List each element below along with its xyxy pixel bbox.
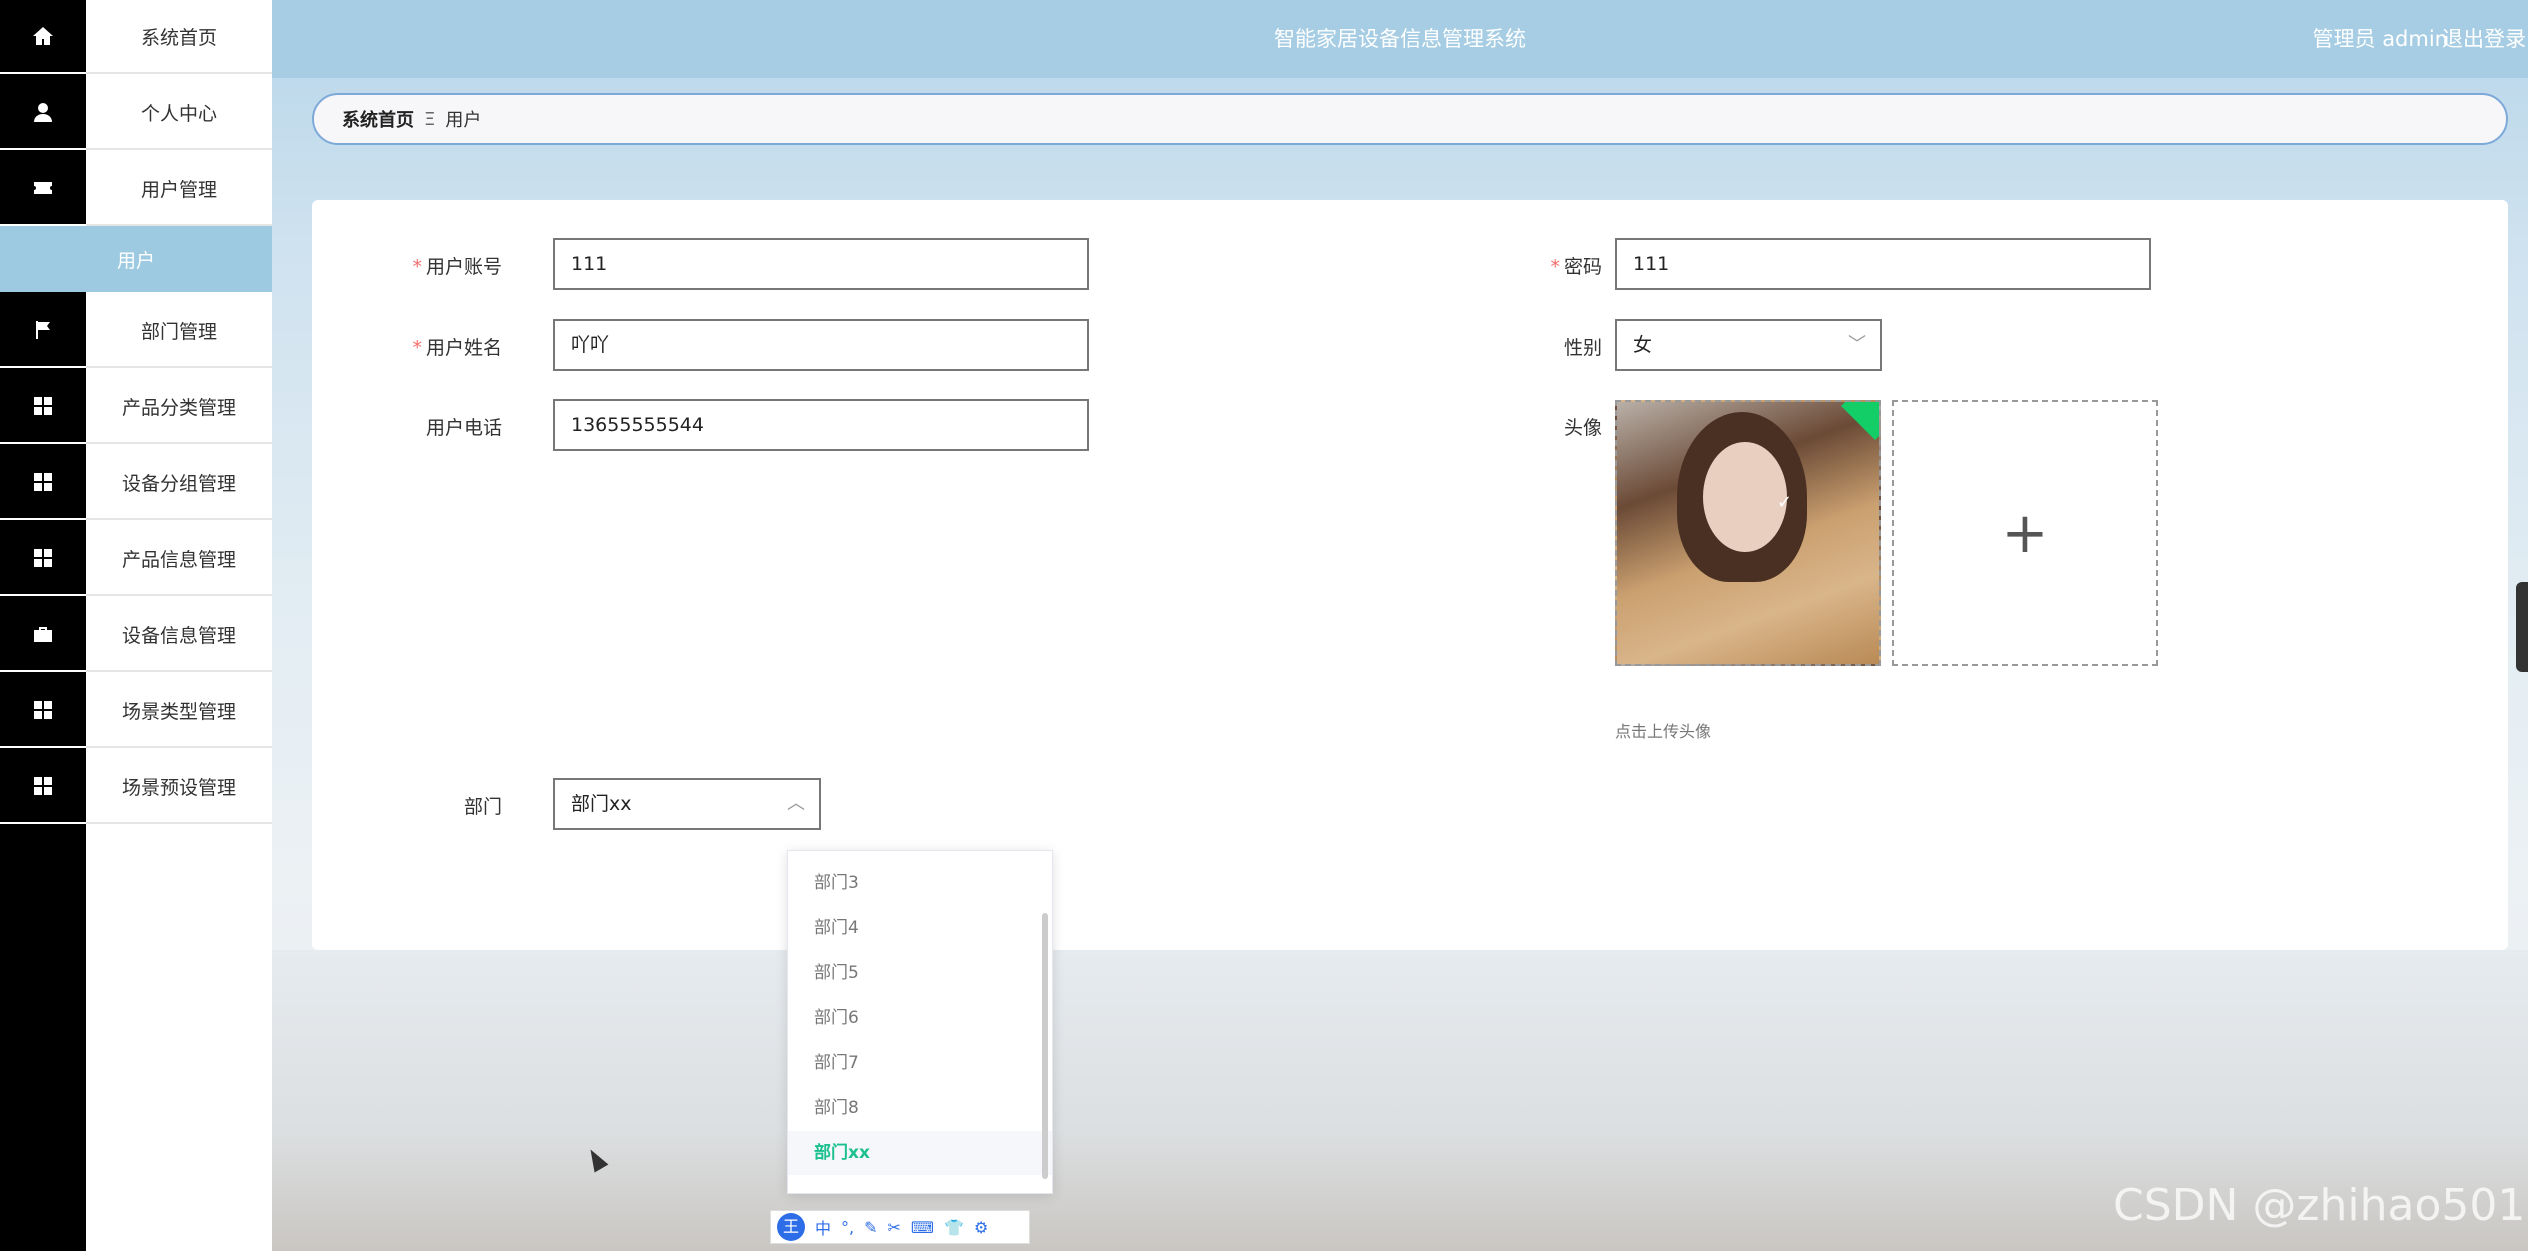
main-area: 智能家居设备信息管理系统 管理员 admin 退出登录 系统首页 Ξ 用户 * 用… [272, 0, 2528, 1251]
ime-scissors-icon[interactable]: ✂ [888, 1218, 901, 1237]
sidebar-item-product-info[interactable]: 产品信息管理 [86, 522, 272, 596]
uploaded-badge-icon [1841, 402, 1879, 440]
gender-label: 性别 [1563, 337, 1602, 359]
name-label-text: 用户姓名 [425, 337, 502, 359]
person-icon[interactable] [0, 76, 86, 150]
form-card: * 用户账号 111 * 用户姓名 吖吖 用户电话 13655555544 部门 部… [312, 200, 2508, 950]
ime-skin-icon[interactable]: 👕 [944, 1218, 964, 1237]
breadcrumb-current: 用户 [445, 110, 482, 131]
grid-icon[interactable] [0, 522, 86, 596]
phone-input[interactable]: 13655555544 [553, 399, 1089, 451]
sidebar-item-user-management[interactable]: 用户管理 [86, 152, 272, 226]
sidebar-item-device-group[interactable]: 设备分组管理 [86, 446, 272, 520]
grid-icon[interactable] [0, 750, 86, 824]
department-label: 部门 [463, 796, 502, 818]
department-select[interactable]: 部门xx ︿ [553, 778, 821, 830]
dropdown-option[interactable]: 部门5 [788, 951, 1052, 995]
grid-icon[interactable] [0, 446, 86, 520]
dropdown-option-selected[interactable]: 部门xx [788, 1131, 1052, 1175]
account-label-text: 用户账号 [425, 256, 502, 278]
flag-icon[interactable] [0, 294, 86, 368]
avatar-label: 头像 [1563, 417, 1602, 439]
required-mark: * [1550, 256, 1560, 278]
gender-select[interactable]: 女 ﹀ [1615, 319, 1882, 371]
dropdown-option[interactable]: 部门4 [788, 906, 1052, 950]
check-icon: ✓ [1777, 492, 1793, 513]
password-input[interactable]: 111 [1615, 238, 2151, 290]
page-scrollbar[interactable] [2516, 582, 2528, 672]
dropdown-option[interactable]: 部门8 [788, 1086, 1052, 1130]
sidebar-item-home[interactable]: 系统首页 [86, 0, 272, 74]
sidebar-item-device-info[interactable]: 设备信息管理 [86, 598, 272, 672]
grid-icon[interactable] [0, 674, 86, 748]
ime-keyboard-icon[interactable]: ⌨ [911, 1218, 934, 1237]
breadcrumb-separator-icon: Ξ [424, 108, 436, 130]
home-icon[interactable] [0, 0, 86, 74]
required-mark: * [412, 256, 422, 278]
avatar-upload-button[interactable]: + [1892, 400, 2158, 666]
briefcase-icon[interactable] [0, 598, 86, 672]
ime-mode[interactable]: 中 [815, 1215, 831, 1239]
app-title: 智能家居设备信息管理系统 [1274, 27, 1526, 51]
ime-punct-icon[interactable]: °, [841, 1218, 854, 1237]
sidebar-item-department[interactable]: 部门管理 [86, 294, 272, 368]
chevron-up-icon: ︿ [787, 793, 805, 814]
watermark: CSDN @zhihao501 [2113, 1180, 2526, 1231]
breadcrumb: 系统首页 Ξ 用户 [312, 93, 2508, 145]
breadcrumb-home[interactable]: 系统首页 [342, 106, 414, 132]
dropdown-option[interactable]: 部门6 [788, 996, 1052, 1040]
logout-link[interactable]: 退出登录 [2442, 0, 2526, 78]
ime-pen-icon[interactable]: ✎ [864, 1218, 877, 1237]
gender-select-value: 女 [1633, 334, 1653, 356]
required-mark: * [412, 337, 422, 359]
department-select-value: 部门xx [571, 793, 632, 815]
ime-toolbar: 王 中 °, ✎ ✂ ⌨ 👕 ⚙ [770, 1210, 1030, 1244]
top-header: 智能家居设备信息管理系统 管理员 admin 退出登录 [272, 0, 2528, 78]
avatar-image[interactable]: ✓ [1615, 400, 1881, 666]
name-input[interactable]: 吖吖 [553, 319, 1089, 371]
dropdown-scrollbar[interactable] [1042, 913, 1048, 1179]
sidebar-item-profile[interactable]: 个人中心 [86, 76, 272, 150]
ime-logo-icon[interactable]: 王 [777, 1213, 805, 1241]
password-label: * 密码 [1482, 252, 1602, 279]
dropdown-option[interactable]: 部门7 [788, 1041, 1052, 1085]
ticket-icon[interactable] [0, 152, 86, 226]
current-user: 管理员 admin [2312, 27, 2448, 51]
sidebar-item-scene-preset[interactable]: 场景预设管理 [86, 750, 272, 824]
password-label-text: 密码 [1563, 256, 1602, 278]
account-input[interactable]: 111 [553, 238, 1089, 290]
phone-label: 用户电话 [425, 417, 502, 439]
account-label: * 用户账号 [362, 252, 502, 279]
ime-gear-icon[interactable]: ⚙ [974, 1218, 988, 1237]
icon-rail [0, 0, 86, 1251]
avatar-hint: 点击上传头像 [1615, 722, 1712, 741]
department-dropdown: 部门3 部门4 部门5 部门6 部门7 部门8 部门xx [787, 850, 1053, 1194]
dropdown-option[interactable]: 部门3 [788, 861, 1052, 905]
avatar-face [1703, 442, 1787, 552]
sidebar: 系统首页 个人中心 用户管理 用户 部门管理 产品分类管理 设备分组管理 产品信… [0, 0, 272, 1251]
name-label: * 用户姓名 [362, 333, 502, 360]
chevron-down-icon: ﹀ [1848, 334, 1866, 355]
grid-icon[interactable] [0, 370, 86, 444]
sidebar-item-scene-type[interactable]: 场景类型管理 [86, 674, 272, 748]
sidebar-subitem-user[interactable]: 用户 [0, 226, 272, 292]
sidebar-item-product-category[interactable]: 产品分类管理 [86, 370, 272, 444]
